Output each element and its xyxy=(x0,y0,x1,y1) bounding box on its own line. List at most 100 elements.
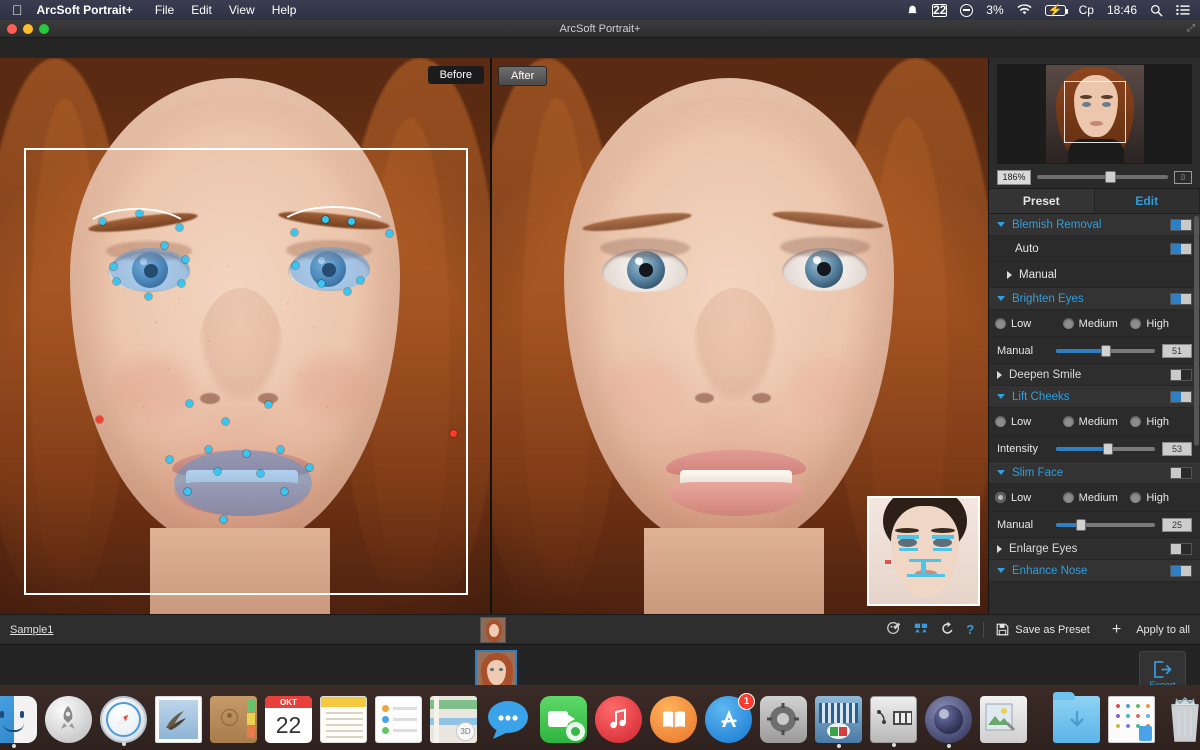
tab-edit[interactable]: Edit xyxy=(1094,189,1200,213)
notification-bell-icon[interactable] xyxy=(906,4,919,17)
dock-item-maps[interactable]: 3D xyxy=(430,696,477,743)
dock-item-reminders[interactable] xyxy=(375,696,422,743)
section-toggle[interactable] xyxy=(1170,218,1192,231)
input-source-label[interactable]: Cp xyxy=(1079,3,1094,17)
dock-item-applications-stack[interactable] xyxy=(1108,696,1155,743)
before-image-pane[interactable]: Before xyxy=(0,58,490,614)
wifi-icon[interactable] xyxy=(1017,4,1032,16)
close-button[interactable] xyxy=(7,24,17,34)
slider-track[interactable] xyxy=(1056,344,1155,357)
navigator-thumbnail[interactable] xyxy=(997,64,1192,164)
menu-help[interactable]: Help xyxy=(272,3,297,17)
dock-item-safari[interactable] xyxy=(100,696,147,746)
apple-icon[interactable]:  xyxy=(12,3,23,17)
section-header-slim-face[interactable]: Slim Face xyxy=(989,462,1200,484)
section-header-lift-cheeks[interactable]: Lift Cheeks xyxy=(989,386,1200,408)
dock-item-photo-booth[interactable] xyxy=(815,696,862,748)
section-toggle[interactable] xyxy=(1170,542,1192,555)
after-badge[interactable]: After xyxy=(498,66,548,86)
notification-center-icon[interactable] xyxy=(1176,4,1190,16)
dock-item-ibooks[interactable] xyxy=(650,696,697,743)
section-header-brighten-eyes[interactable]: Brighten Eyes xyxy=(989,288,1200,310)
section-header-deepen-smile[interactable]: Deepen Smile xyxy=(989,364,1200,386)
dock-item-downloads-folder[interactable] xyxy=(1053,692,1100,743)
section-header-enlarge-eyes[interactable]: Enlarge Eyes xyxy=(989,538,1200,560)
section-toggle[interactable] xyxy=(1170,368,1192,381)
dock-item-contacts[interactable] xyxy=(210,696,257,743)
menu-view[interactable]: View xyxy=(229,3,255,17)
dock-item-arcsoft-portrait[interactable] xyxy=(925,696,972,748)
slider-track[interactable] xyxy=(1056,518,1155,531)
section-toggle[interactable] xyxy=(1170,390,1192,403)
spotlight-search-icon[interactable] xyxy=(1150,4,1163,17)
bottom-bar-thumbnail[interactable] xyxy=(480,617,506,643)
slider-value[interactable]: 25 xyxy=(1162,517,1192,532)
tab-preset[interactable]: Preset xyxy=(989,189,1095,213)
radio-medium[interactable]: Medium xyxy=(1062,492,1127,504)
zoom-slider-knob[interactable] xyxy=(1105,171,1117,183)
section-toggle[interactable] xyxy=(1170,292,1192,305)
before-badge[interactable]: Before xyxy=(427,66,484,84)
mask-edit-icon[interactable] xyxy=(886,620,902,639)
radio-low[interactable]: Low xyxy=(995,492,1059,504)
clock-label[interactable]: 18:46 xyxy=(1107,3,1137,17)
sample-file-label[interactable]: Sample1 xyxy=(10,624,53,636)
dock-item-itunes[interactable] xyxy=(595,696,642,743)
dock-item-calendar[interactable]: OKT 22 xyxy=(265,696,312,743)
window-title-bar[interactable]: ArcSoft Portrait+ ⤢ xyxy=(0,20,1200,38)
zoom-slider[interactable] xyxy=(1037,171,1168,183)
slider-value[interactable]: 51 xyxy=(1162,343,1192,358)
dock-item-system-preferences[interactable] xyxy=(760,696,807,743)
dock-item-image-capture[interactable] xyxy=(870,696,917,747)
battery-charging-icon[interactable]: ⚡ xyxy=(1044,3,1069,17)
dock-item-preview[interactable] xyxy=(980,696,1027,743)
dock-item-notes[interactable] xyxy=(320,696,367,743)
dock-item-trash[interactable] xyxy=(1163,696,1200,743)
face-landmark-reference-thumbnail[interactable] xyxy=(867,496,980,606)
radio-low[interactable]: Low xyxy=(995,590,1059,591)
dock-item-app-store[interactable]: 1 xyxy=(705,693,755,743)
save-as-preset-button[interactable]: Save as Preset xyxy=(996,623,1090,636)
radio-low[interactable]: Low xyxy=(995,416,1059,428)
row-manual-collapsed[interactable]: Manual xyxy=(989,262,1200,288)
radio-low[interactable]: Low xyxy=(995,318,1059,330)
menu-file[interactable]: File xyxy=(155,3,174,17)
slider-track[interactable] xyxy=(1056,442,1155,455)
do-not-disturb-icon[interactable] xyxy=(960,3,974,17)
dock-item-launchpad[interactable] xyxy=(45,696,92,743)
zoom-button[interactable] xyxy=(39,24,49,34)
radio-high[interactable]: High xyxy=(1130,318,1194,330)
fit-to-window-icon[interactable]: ▯ xyxy=(1174,170,1192,184)
section-toggle[interactable] xyxy=(1170,564,1192,577)
window-controls[interactable] xyxy=(7,24,49,34)
section-toggle[interactable] xyxy=(1170,466,1192,479)
section-header-enhance-nose[interactable]: Enhance Nose xyxy=(989,560,1200,582)
compare-faces-icon[interactable] xyxy=(913,621,929,638)
radio-high[interactable]: High xyxy=(1130,590,1194,591)
apply-to-all-button[interactable]: + Apply to all xyxy=(1112,621,1190,638)
radio-high[interactable]: High xyxy=(1130,492,1194,504)
slider-value[interactable]: 53 xyxy=(1162,441,1192,456)
row-auto[interactable]: Auto xyxy=(989,236,1200,262)
radio-high[interactable]: High xyxy=(1130,416,1194,428)
image-canvas[interactable]: Before After xyxy=(0,58,988,614)
radio-medium[interactable]: Medium xyxy=(1062,416,1127,428)
zoom-value[interactable]: 186% xyxy=(997,169,1031,185)
sidebar-scrollbar[interactable] xyxy=(1194,216,1199,446)
dock-item-mail[interactable] xyxy=(155,696,202,743)
radio-medium[interactable]: Medium xyxy=(1062,318,1127,330)
reset-icon[interactable] xyxy=(940,621,955,639)
help-icon[interactable]: ? xyxy=(966,622,974,637)
menu-edit[interactable]: Edit xyxy=(191,3,212,17)
after-image-pane[interactable]: After xyxy=(492,58,988,614)
menu-app-name[interactable]: ArcSoft Portrait+ xyxy=(37,3,133,17)
resize-corner-icon[interactable]: ⤢ xyxy=(1187,23,1195,34)
minimize-button[interactable] xyxy=(23,24,33,34)
navigator-view-rect[interactable] xyxy=(1063,81,1126,143)
crop-selection-box[interactable] xyxy=(24,148,468,595)
radio-medium[interactable]: Medium xyxy=(1063,590,1127,591)
section-header-blemish-removal[interactable]: Blemish Removal xyxy=(989,214,1200,236)
dock-item-facetime[interactable] xyxy=(540,696,587,743)
dock-item-finder[interactable] xyxy=(0,696,37,748)
row-toggle[interactable] xyxy=(1170,242,1192,255)
